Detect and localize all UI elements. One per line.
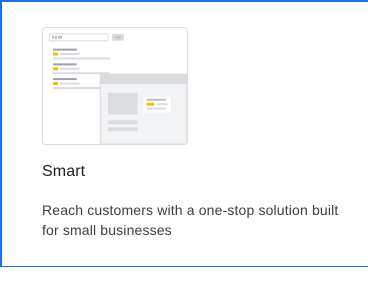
card-description: Reach customers with a one-stop solution… [42,202,339,238]
smart-campaign-illustration [42,27,188,145]
card-title: Smart [42,163,86,180]
search-results-illustration-icon [48,33,187,144]
campaign-type-card-smart[interactable]: Smart Reach customers with a one-stop so… [0,0,368,267]
